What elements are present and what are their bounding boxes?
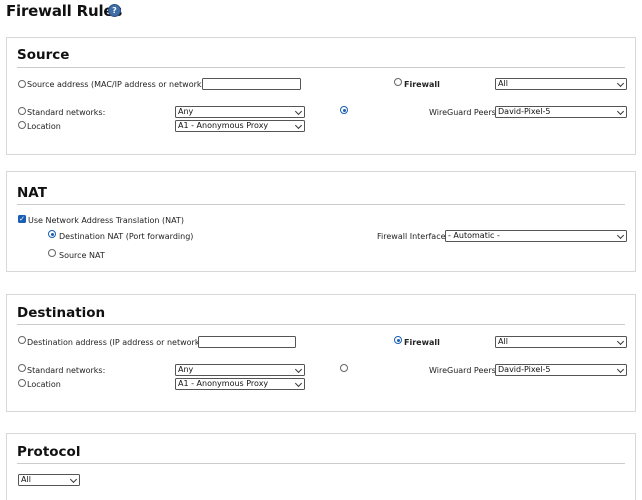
section-title-nat: NAT xyxy=(17,185,47,201)
protocol-select[interactable]: All xyxy=(18,474,80,486)
source-firewall-label: Firewall xyxy=(404,80,440,89)
destination-address-label: Destination address (IP address or netwo… xyxy=(27,338,206,347)
section-divider xyxy=(17,324,625,325)
source-firewall-select[interactable]: All xyxy=(495,78,627,90)
source-firewall-radio[interactable] xyxy=(394,78,402,86)
destination-wireguard-label: WireGuard Peers xyxy=(429,366,496,375)
chevron-down-icon xyxy=(616,365,625,374)
chevron-down-icon xyxy=(294,379,303,388)
destination-nat-label: Destination NAT (Port forwarding) xyxy=(59,232,194,241)
source-location-label: Location xyxy=(27,122,61,131)
chevron-down-icon xyxy=(294,365,303,374)
destination-address-input[interactable] xyxy=(198,336,296,348)
source-wireguard-label: WireGuard Peers xyxy=(429,108,496,117)
nat-section: NAT ✓ Use Network Address Translation (N… xyxy=(6,171,636,272)
chevron-down-icon xyxy=(616,107,625,116)
destination-address-radio[interactable] xyxy=(18,336,26,344)
section-divider xyxy=(17,463,625,464)
chevron-down-icon xyxy=(294,107,303,116)
source-address-input[interactable] xyxy=(202,78,301,90)
destination-std-networks-radio[interactable] xyxy=(18,364,26,372)
destination-std-networks-label: Standard networks: xyxy=(27,366,106,375)
source-wireguard-radio[interactable] xyxy=(340,106,348,114)
destination-firewall-select[interactable]: All xyxy=(495,336,627,348)
source-wireguard-select[interactable]: David-Pixel-5 xyxy=(495,106,627,118)
destination-wireguard-radio[interactable] xyxy=(340,364,348,372)
destination-wireguard-select[interactable]: David-Pixel-5 xyxy=(495,364,627,376)
page-title: Firewall Rules xyxy=(6,2,123,20)
section-divider xyxy=(17,67,625,68)
chevron-down-icon xyxy=(294,121,303,130)
use-nat-checkbox[interactable]: ✓ xyxy=(18,215,26,223)
question-circle-icon[interactable]: ? xyxy=(109,5,120,16)
source-nat-label: Source NAT xyxy=(59,251,105,260)
destination-location-radio[interactable] xyxy=(18,379,26,387)
firewall-interface-select[interactable]: - Automatic - xyxy=(445,230,627,242)
destination-location-label: Location xyxy=(27,380,61,389)
chevron-down-icon xyxy=(69,475,78,484)
use-nat-label: Use Network Address Translation (NAT) xyxy=(28,216,184,225)
section-divider xyxy=(17,204,625,205)
source-std-networks-label: Standard networks: xyxy=(27,108,106,117)
section-title-destination: Destination xyxy=(17,305,106,321)
source-std-networks-radio[interactable] xyxy=(18,107,26,115)
source-address-radio[interactable] xyxy=(18,80,26,88)
destination-section: Destination Destination address (IP addr… xyxy=(6,294,636,412)
source-nat-radio[interactable] xyxy=(48,249,56,257)
destination-firewall-label: Firewall xyxy=(404,338,440,347)
section-title-source: Source xyxy=(17,47,70,63)
destination-nat-radio[interactable] xyxy=(48,230,56,238)
destination-firewall-radio[interactable] xyxy=(394,336,402,344)
destination-location-select[interactable]: A1 - Anonymous Proxy xyxy=(175,378,305,390)
source-address-label: Source address (MAC/IP address or networ… xyxy=(27,80,208,89)
source-section: Source Source address (MAC/IP address or… xyxy=(6,37,636,155)
chevron-down-icon xyxy=(616,231,625,240)
source-std-networks-select[interactable]: Any xyxy=(175,106,305,118)
protocol-section: Protocol All xyxy=(6,433,636,500)
chevron-down-icon xyxy=(616,79,625,88)
firewall-interface-label: Firewall Interface: xyxy=(377,232,449,241)
chevron-down-icon xyxy=(616,337,625,346)
section-title-protocol: Protocol xyxy=(17,444,81,460)
source-location-radio[interactable] xyxy=(18,121,26,129)
destination-std-networks-select[interactable]: Any xyxy=(175,364,305,376)
source-location-select[interactable]: A1 - Anonymous Proxy xyxy=(175,120,305,132)
